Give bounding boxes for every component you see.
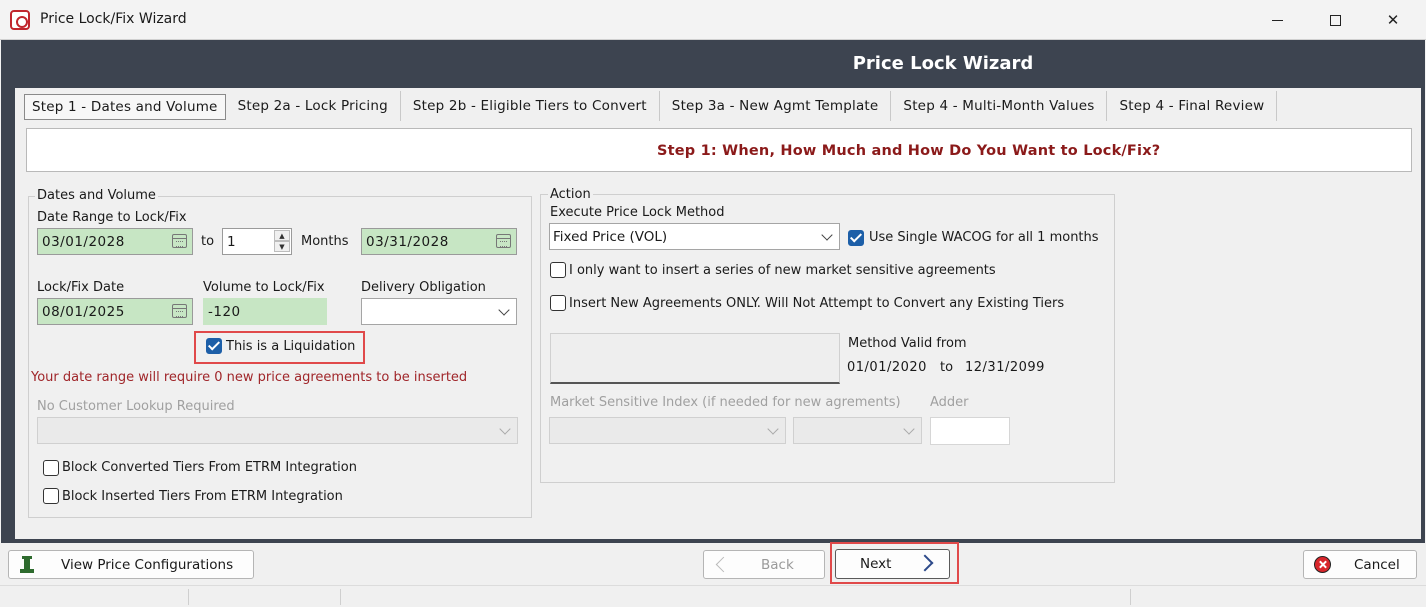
tab-step2a-lock-pricing[interactable]: Step 2a - Lock Pricing [226,91,401,121]
title-bar: Price Lock/Fix Wizard ✕ [0,0,1426,40]
end-date-field[interactable]: 03/31/2028 [361,228,517,255]
action-title: Action [548,187,593,202]
minimize-icon [1271,19,1283,21]
delivery-obligation-select[interactable] [361,298,517,325]
tab-step4-multi-month[interactable]: Step 4 - Multi-Month Values [891,91,1108,121]
tab-step4-final-review[interactable]: Step 4 - Final Review [1107,91,1278,121]
calendar-icon[interactable] [172,304,187,318]
volume-label: Volume to Lock/Fix [203,280,325,295]
window-title: Price Lock/Fix Wizard [40,11,187,27]
adder-input [930,417,1010,445]
minimize-button[interactable] [1254,6,1300,34]
start-date-field[interactable]: 03/01/2028 [37,228,193,255]
calendar-icon[interactable] [496,234,511,248]
chevron-left-icon [715,556,732,573]
customer-lookup-label: No Customer Lookup Required [37,399,235,414]
chevron-right-icon [916,554,934,572]
valid-to-date: 12/31/2099 [965,360,1045,375]
insert-only-label: Insert New Agreements ONLY. Will Not Att… [569,296,1065,311]
to-label: to [201,234,215,249]
spin-down-icon[interactable]: ▼ [274,241,290,252]
cancel-button[interactable]: Cancel [1303,550,1417,579]
tab-step2b-eligible-tiers[interactable]: Step 2b - Eligible Tiers to Convert [401,91,660,121]
wizard-title: Price Lock Wizard [852,53,1034,74]
maximize-icon [1329,14,1341,26]
valid-from-date: 01/01/2020 [847,360,927,375]
status-bar [0,585,1426,607]
insert-only-checkbox[interactable] [550,295,566,311]
liquidation-label: This is a Liquidation [226,339,356,354]
method-label: Execute Price Lock Method [550,205,725,220]
step-tabs: Step 1 - Dates and Volume Step 2a - Lock… [24,91,1278,121]
liquidation-checkbox[interactable] [206,338,222,354]
months-stepper[interactable]: 1 ▲ ▼ [222,228,292,255]
close-button[interactable]: ✕ [1370,6,1416,34]
warning-text: Your date range will require 0 new price… [31,370,468,385]
single-wacog-label: Use Single WACOG for all 1 months [869,230,1099,245]
single-wacog-checkbox[interactable] [848,230,864,246]
market-index-secondary-select [793,417,922,444]
block-converted-checkbox[interactable] [43,460,59,476]
block-converted-label: Block Converted Tiers From ETRM Integrat… [62,460,357,475]
series-checkbox[interactable] [550,262,566,278]
app-logo-icon [10,10,30,30]
step-banner: Step 1: When, How Much and How Do You Wa… [26,128,1412,172]
chevron-down-icon [498,304,510,316]
chevron-down-icon [767,423,779,435]
close-icon: ✕ [1386,11,1400,29]
maximize-button[interactable] [1312,6,1358,34]
method-select[interactable]: Fixed Price (VOL) [549,223,840,250]
market-index-select [549,417,786,444]
series-label: I only want to insert a series of new ma… [569,263,996,278]
back-button[interactable]: Back [703,550,825,579]
chevron-down-icon [903,423,915,435]
delivery-obligation-label: Delivery Obligation [361,280,486,295]
method-valid-from-label: Method Valid from [848,336,967,351]
chevron-down-icon [499,423,511,435]
lockfix-date-label: Lock/Fix Date [37,280,125,295]
tab-step1-dates-volume[interactable]: Step 1 - Dates and Volume [24,94,226,120]
adder-label: Adder [930,395,969,410]
months-label: Months [301,234,349,249]
method-description-box [550,333,840,384]
block-inserted-checkbox[interactable] [43,488,59,504]
volume-field[interactable]: -120 [203,298,327,325]
configuration-icon [20,556,34,573]
block-inserted-label: Block Inserted Tiers From ETRM Integrati… [62,489,343,504]
spin-buttons[interactable]: ▲ ▼ [274,230,290,253]
date-range-label: Date Range to Lock/Fix [37,210,187,225]
view-price-configurations-button[interactable]: View Price Configurations [8,550,254,579]
cancel-icon [1314,556,1331,573]
dates-volume-title: Dates and Volume [35,188,158,203]
valid-to-label: to [940,360,954,375]
chevron-down-icon [821,229,833,241]
customer-lookup-select [37,417,518,444]
lockfix-date-field[interactable]: 08/01/2025 [37,298,193,325]
step-heading: Step 1: When, How Much and How Do You Wa… [657,143,1161,159]
market-index-label: Market Sensitive Index (if needed for ne… [550,395,901,410]
spin-up-icon[interactable]: ▲ [274,230,290,241]
calendar-icon[interactable] [172,234,187,248]
next-button[interactable]: Next [835,549,950,579]
tab-step3a-new-agmt-template[interactable]: Step 3a - New Agmt Template [660,91,892,121]
